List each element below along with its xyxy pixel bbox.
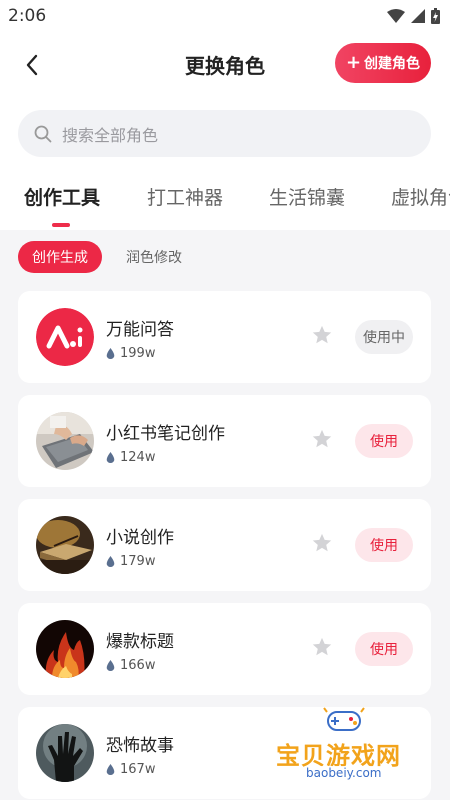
- role-name: 小红书笔记创作: [106, 424, 225, 444]
- ai-logo-icon: [36, 308, 94, 366]
- search-icon: [34, 125, 52, 142]
- tab-life-tips[interactable]: 生活锦囊: [269, 183, 345, 210]
- use-button[interactable]: 使用: [355, 528, 413, 562]
- role-usage: 179w: [106, 554, 155, 569]
- star-icon[interactable]: [311, 532, 333, 554]
- status-icons: [387, 8, 440, 24]
- role-usage: 166w: [106, 658, 155, 673]
- role-usage-count: 166w: [120, 658, 156, 673]
- avatar: [36, 412, 94, 470]
- gamepad-icon: [323, 707, 365, 731]
- header: 更换角色 + 创建角色: [0, 32, 450, 98]
- role-usage-count: 179w: [120, 554, 156, 569]
- role-usage: 199w: [106, 346, 155, 361]
- drop-icon: [106, 763, 115, 775]
- star-icon[interactable]: [311, 636, 333, 658]
- category-tabs: 创作工具 打工神器 生活锦囊 虚拟角色: [0, 183, 450, 227]
- tab-creation-tools[interactable]: 创作工具: [24, 183, 100, 210]
- avatar: [36, 308, 94, 366]
- drop-icon: [106, 555, 115, 567]
- star-icon[interactable]: [311, 324, 333, 346]
- star-icon[interactable]: [311, 428, 333, 450]
- role-name: 万能问答: [106, 320, 174, 340]
- watermark: 宝贝游戏网 baobeiy.com: [272, 706, 422, 792]
- tab-virtual-roles[interactable]: 虚拟角色: [391, 183, 450, 210]
- chip-creation[interactable]: 创作生成: [18, 241, 102, 273]
- role-card[interactable]: 爆款标题 166w 使用: [18, 603, 431, 695]
- status-time: 2:06: [8, 6, 47, 26]
- tab-work-tools[interactable]: 打工神器: [147, 183, 223, 210]
- drop-icon: [106, 659, 115, 671]
- role-card[interactable]: 小红书笔记创作 124w 使用: [18, 395, 431, 487]
- use-button[interactable]: 使用: [355, 424, 413, 458]
- drop-icon: [106, 451, 115, 463]
- create-role-button[interactable]: + 创建角色: [335, 43, 431, 83]
- role-usage: 124w: [106, 450, 155, 465]
- search-placeholder: 搜索全部角色: [62, 125, 159, 145]
- chip-polish[interactable]: 润色修改: [126, 241, 182, 273]
- role-usage-count: 124w: [120, 450, 156, 465]
- create-role-label: 创建角色: [364, 56, 421, 72]
- in-use-button[interactable]: 使用中: [355, 320, 413, 354]
- wifi-icon: [387, 9, 405, 23]
- role-name: 小说创作: [106, 528, 174, 548]
- hand-shadow-image: [36, 724, 94, 782]
- laptop-typing-image: [36, 412, 94, 470]
- role-usage: 167w: [106, 762, 155, 777]
- avatar: [36, 620, 94, 678]
- role-name: 恐怖故事: [106, 736, 174, 756]
- watermark-url: baobeiy.com: [300, 766, 388, 780]
- subcategory-chips: 创作生成 润色修改: [18, 241, 182, 273]
- avatar: [36, 516, 94, 574]
- use-button[interactable]: 使用: [355, 632, 413, 666]
- active-tab-indicator: [52, 223, 70, 227]
- fire-image: [36, 620, 94, 678]
- search-input[interactable]: 搜索全部角色: [18, 110, 431, 157]
- drop-icon: [106, 347, 115, 359]
- signal-icon: [411, 9, 425, 23]
- role-usage-count: 167w: [120, 762, 156, 777]
- role-usage-count: 199w: [120, 346, 156, 361]
- role-card[interactable]: 小说创作 179w 使用: [18, 499, 431, 591]
- writing-book-image: [36, 516, 94, 574]
- plus-icon: +: [345, 52, 362, 73]
- status-bar: 2:06: [0, 0, 450, 32]
- battery-icon: [431, 8, 440, 24]
- role-name: 爆款标题: [106, 632, 174, 652]
- avatar: [36, 724, 94, 782]
- role-card[interactable]: 万能问答 199w 使用中: [18, 291, 431, 383]
